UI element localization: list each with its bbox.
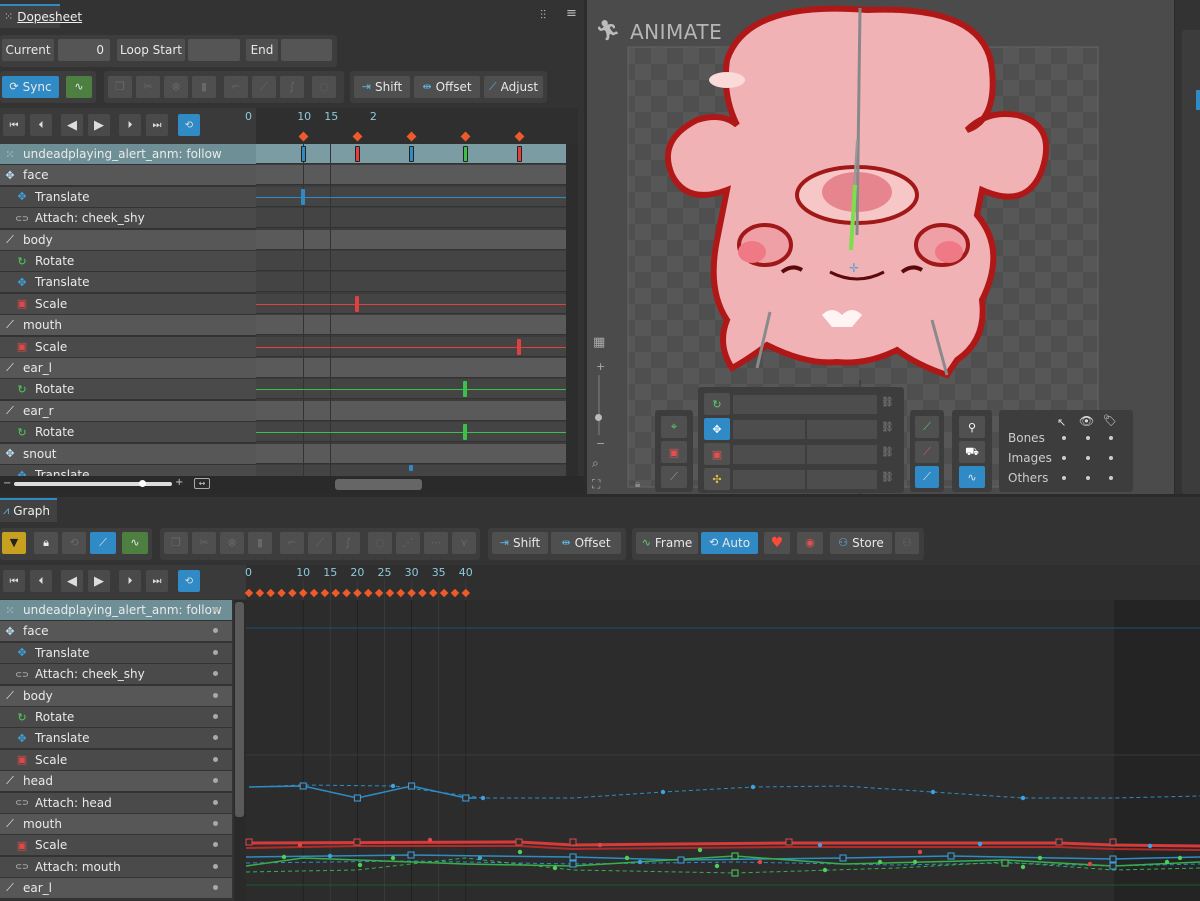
visibility-dot[interactable]: [213, 885, 218, 891]
track-row[interactable]: ⟋ ear_l: [0, 878, 232, 899]
visibility-dot[interactable]: [213, 842, 218, 848]
animation-icon: ⁙: [5, 603, 15, 617]
track-row[interactable]: ⊂⊃ Attach: mouth: [0, 856, 232, 877]
visibility-dot[interactable]: [213, 735, 218, 741]
visibility-dot[interactable]: [213, 756, 218, 762]
track-row[interactable]: ✥ Translate: [0, 642, 232, 663]
bone-move-icon: ✥: [5, 624, 15, 638]
track-label: Rotate: [35, 710, 75, 724]
track-label: Translate: [35, 645, 90, 660]
track-row[interactable]: ⊂⊃ Attach: head: [0, 792, 232, 813]
track-row[interactable]: ⊂⊃ Attach: cheek_shy: [0, 664, 232, 685]
bone-icon: ⟋: [6, 881, 14, 895]
track-row[interactable]: ⟋ body: [0, 685, 232, 706]
visibility-dot[interactable]: [213, 821, 218, 826]
scale-icon: ▣: [16, 753, 28, 767]
track-label: ear_l: [23, 881, 53, 896]
translate-icon: ✥: [17, 731, 27, 745]
track-row[interactable]: ▣ Scale: [0, 749, 232, 770]
track-label: body: [23, 688, 53, 703]
attachment-icon: ⊂⊃: [15, 669, 29, 679]
track-label: face: [23, 624, 49, 639]
track-row[interactable]: ↻ Rotate: [0, 707, 232, 727]
track-row[interactable]: ⟋ head: [0, 771, 232, 792]
visibility-dot[interactable]: [213, 863, 218, 869]
track-row[interactable]: ✥ face: [0, 621, 232, 642]
visibility-dot[interactable]: [213, 671, 218, 677]
bone-icon: ⟋: [6, 817, 14, 830]
visibility-dot[interactable]: [213, 778, 218, 784]
track-label: Attach: head: [35, 795, 112, 810]
visibility-dot[interactable]: [213, 607, 218, 612]
track-label: Attach: mouth: [35, 859, 121, 874]
scale-icon: ▣: [16, 838, 28, 852]
track-label: mouth: [23, 817, 62, 831]
attachment-icon: ⊂⊃: [15, 862, 29, 872]
track-label: Scale: [35, 752, 68, 767]
translate-icon: ✥: [17, 646, 27, 660]
track-label: Translate: [35, 731, 90, 746]
visibility-dot[interactable]: [213, 628, 218, 634]
visibility-dot[interactable]: [213, 714, 218, 719]
visibility-dot[interactable]: [213, 799, 218, 805]
bone-icon: ⟋: [6, 774, 14, 788]
track-label: undeadplaying_alert_anm: follow: [23, 603, 222, 617]
track-row[interactable]: ⁙ undeadplaying_alert_anm: follow: [0, 600, 232, 620]
track-row[interactable]: ✥ Translate: [0, 728, 232, 749]
visibility-dot[interactable]: [213, 692, 218, 698]
track-row[interactable]: ⟋ mouth: [0, 814, 232, 834]
bone-icon: ⟋: [6, 688, 14, 702]
track-row[interactable]: ▣ Scale: [0, 835, 232, 856]
rotate-icon: ↻: [17, 710, 27, 724]
attachment-icon: ⊂⊃: [15, 798, 29, 808]
track-label: head: [23, 774, 53, 789]
track-label: Scale: [35, 838, 68, 853]
track-label: Attach: cheek_shy: [35, 667, 145, 682]
visibility-dot[interactable]: [213, 649, 218, 655]
